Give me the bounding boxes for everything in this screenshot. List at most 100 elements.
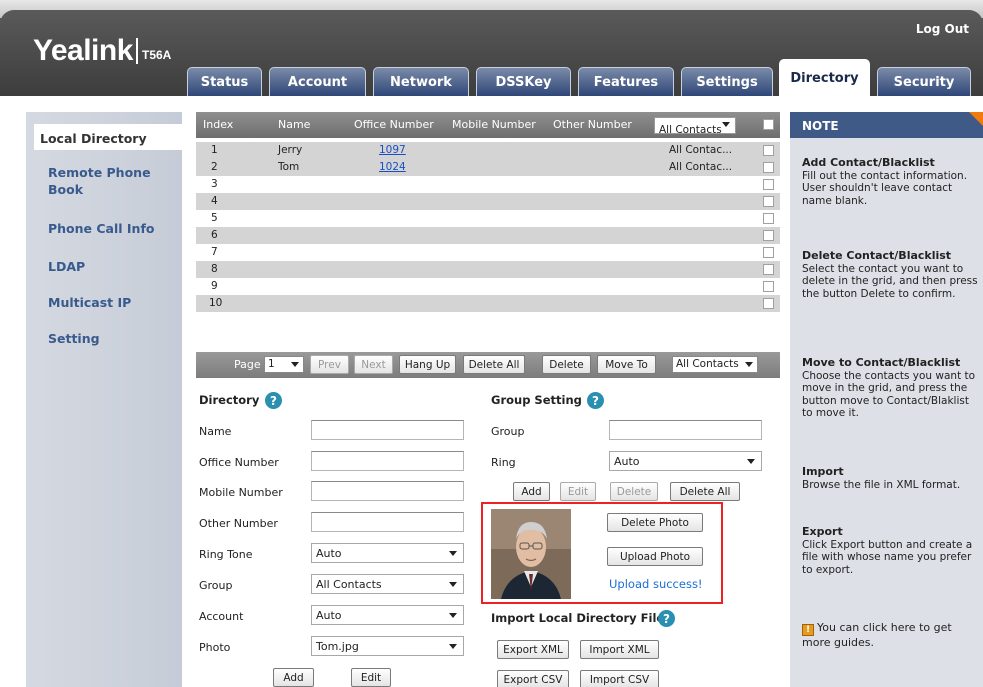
ring-tone-select[interactable]: Auto (311, 543, 464, 563)
hang-up-button[interactable]: Hang Up (399, 355, 456, 374)
export-csv-button[interactable]: Export CSV (497, 670, 569, 687)
group-ring-select[interactable]: Auto (609, 451, 762, 471)
table-row[interactable]: 2 Tom 1024 All Contac... (196, 159, 780, 176)
row-checkbox[interactable] (763, 145, 774, 156)
table-row[interactable]: 1 Jerry 1097 All Contac... (196, 142, 780, 159)
note-corner-icon (969, 112, 983, 126)
guide-link[interactable]: ! You can click here to get more guides. (802, 621, 980, 649)
next-button[interactable]: Next (354, 355, 393, 374)
note-heading: Move to Contact/Blacklist (802, 356, 961, 369)
row-checkbox[interactable] (763, 264, 774, 275)
group-select[interactable]: All Contacts (311, 574, 464, 594)
yealink-logo: Yealink (33, 34, 133, 67)
note-export: Export Click Export button and create a … (802, 525, 980, 576)
row-group: All Contac... (669, 161, 733, 173)
prev-button[interactable]: Prev (310, 355, 349, 374)
row-checkbox[interactable] (763, 162, 774, 173)
ring-tone-label: Ring Tone (199, 548, 253, 561)
row-office-number-link[interactable]: 1097 (379, 144, 406, 156)
page-label: Page (234, 358, 261, 371)
mobile-number-input[interactable] (311, 481, 464, 501)
add-contact-button[interactable]: Add (273, 668, 314, 687)
table-row[interactable]: 6 (196, 227, 780, 244)
import-section-title: Import Local Directory File (491, 611, 665, 625)
move-target-select[interactable]: All Contacts (672, 356, 758, 373)
tab-status[interactable]: Status (187, 67, 262, 96)
import-csv-button[interactable]: Import CSV (580, 670, 659, 687)
add-group-button[interactable]: Add (513, 482, 550, 501)
group-name-input[interactable] (609, 420, 762, 440)
row-office-number-link[interactable]: 1024 (379, 161, 406, 173)
group-setting-title: Group Setting (491, 393, 582, 407)
row-checkbox[interactable] (763, 298, 774, 309)
tab-features[interactable]: Features (578, 67, 674, 96)
table-row[interactable]: 7 (196, 244, 780, 261)
import-xml-button[interactable]: Import XML (580, 640, 659, 659)
note-text: Select the contact you want to delete in… (802, 262, 978, 300)
row-index: 6 (211, 229, 218, 241)
tab-security[interactable]: Security (877, 67, 971, 96)
sidebar-item-ldap[interactable]: LDAP (48, 258, 85, 275)
help-icon[interactable]: ? (587, 392, 604, 409)
upload-photo-button[interactable]: Upload Photo (607, 547, 703, 566)
row-checkbox[interactable] (763, 179, 774, 190)
help-icon[interactable]: ? (658, 610, 675, 627)
photo-value: Tom.jpg (316, 640, 359, 653)
note-text: Fill out the contact information. User s… (802, 169, 968, 207)
page-select[interactable]: 1 (264, 356, 304, 373)
table-row[interactable]: 8 (196, 261, 780, 278)
group-filter-select[interactable]: All Contacts (654, 117, 736, 136)
help-icon[interactable]: ? (265, 392, 282, 409)
photo-select[interactable]: Tom.jpg (311, 636, 464, 656)
group-filter-value: All Contacts (659, 124, 722, 136)
ring-label: Ring (491, 456, 516, 469)
row-checkbox[interactable] (763, 230, 774, 241)
other-number-input[interactable] (311, 512, 464, 532)
table-row[interactable]: 5 (196, 210, 780, 227)
name-label: Name (199, 425, 232, 438)
office-number-input[interactable] (311, 451, 464, 471)
tab-settings[interactable]: Settings (681, 67, 773, 96)
note-heading: Import (802, 465, 844, 478)
edit-contact-button[interactable]: Edit (351, 668, 391, 687)
table-row[interactable]: 10 (196, 295, 780, 312)
select-all-checkbox[interactable] (763, 119, 774, 130)
guide-text: You can click here to get more guides. (802, 621, 952, 649)
row-checkbox[interactable] (763, 213, 774, 224)
tab-dsskey[interactable]: DSSKey (476, 67, 571, 96)
office-number-label: Office Number (199, 456, 279, 469)
column-office-number: Office Number (354, 118, 434, 131)
tab-account[interactable]: Account (269, 67, 366, 96)
tab-directory[interactable]: Directory (779, 59, 870, 96)
row-checkbox[interactable] (763, 196, 774, 207)
table-row[interactable]: 3 (196, 176, 780, 193)
name-input[interactable] (311, 420, 464, 440)
sidebar-item-multicast-ip[interactable]: Multicast IP (48, 294, 131, 311)
table-row[interactable]: 4 (196, 193, 780, 210)
edit-group-button[interactable]: Edit (560, 482, 596, 501)
sidebar-item-local-directory[interactable]: Local Directory (34, 124, 182, 150)
account-label: Account (199, 610, 244, 623)
delete-all-groups-button[interactable]: Delete All (670, 482, 740, 501)
sidebar-item-setting[interactable]: Setting (48, 330, 100, 347)
delete-all-button[interactable]: Delete All (463, 355, 525, 374)
row-checkbox[interactable] (763, 247, 774, 258)
logout-link[interactable]: Log Out (916, 22, 969, 36)
move-to-button[interactable]: Move To (597, 355, 656, 374)
delete-button[interactable]: Delete (542, 355, 591, 374)
export-xml-button[interactable]: Export XML (497, 640, 569, 659)
row-index: 9 (211, 280, 218, 292)
pager-toolbar: Page 1 Prev Next Hang Up Delete All Dele… (196, 352, 780, 378)
row-checkbox[interactable] (763, 281, 774, 292)
tab-network[interactable]: Network (373, 67, 469, 96)
sidebar-item-phone-call-info[interactable]: Phone Call Info (48, 220, 154, 237)
delete-group-button[interactable]: Delete (610, 482, 658, 501)
sidebar-item-remote-phone-book[interactable]: Remote Phone Book (48, 164, 158, 198)
note-text: Browse the file in XML format. (802, 478, 961, 491)
delete-photo-button[interactable]: Delete Photo (607, 513, 703, 532)
top-header: Yealink T56A Log Out Status Account Netw… (0, 0, 983, 96)
logo-separator (136, 38, 138, 64)
row-index: 7 (211, 246, 218, 258)
account-select[interactable]: Auto (311, 605, 464, 625)
table-row[interactable]: 9 (196, 278, 780, 295)
